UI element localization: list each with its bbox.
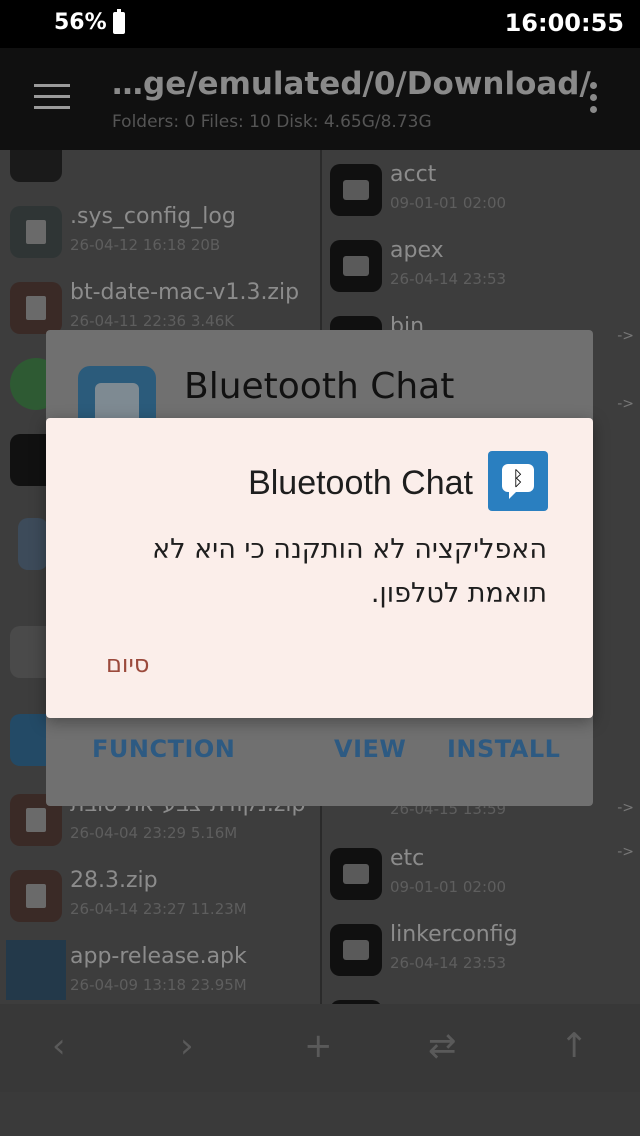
storage-info: Folders: 0 Files: 10 Disk: 4.65G/8.73G [112, 112, 432, 132]
file-icon [10, 150, 62, 182]
app-bar: …ge/emulated/0/Download/ Folders: 0 File… [0, 48, 640, 150]
document-icon [10, 206, 62, 258]
folder-row[interactable]: etc 09-01-01 02:00 -> [322, 840, 640, 916]
folder-row[interactable]: apex 26-04-14 23:53 [322, 232, 640, 308]
folder-icon [330, 924, 382, 976]
current-path: …ge/emulated/0/Download/ [112, 66, 591, 102]
dialog-message: האפליקציה לא הותקנה כי היא לא תואמת לטלפ… [152, 534, 547, 609]
folder-meta: 26-04-14 23:53 [390, 954, 507, 972]
swap-panes-icon[interactable]: ⇄ [428, 1026, 457, 1066]
folder-meta: 09-01-01 02:00 [390, 194, 507, 212]
file-meta: 26-04-11 22:36 3.46K [70, 312, 235, 330]
bluetooth-chat-icon: ᛒ [488, 451, 548, 511]
forward-icon[interactable]: › [180, 1026, 194, 1066]
dialog-title: Bluetooth Chat [248, 464, 473, 502]
file-meta: 26-04-09 13:18 23.95M [70, 976, 247, 994]
folder-row[interactable]: acct 09-01-01 02:00 [322, 156, 640, 232]
add-icon[interactable]: + [304, 1026, 333, 1066]
folder-row[interactable] [322, 992, 640, 1004]
menu-icon[interactable] [34, 84, 70, 112]
file-row[interactable]: 28.3.zip 26-04-14 23:27 11.23M [0, 862, 320, 938]
folder-meta: 09-01-01 02:00 [390, 878, 507, 896]
bluetooth-icon: ᛒ [512, 466, 524, 490]
file-meta: 26-04-12 16:18 20B [70, 236, 221, 254]
install-error-dialog: ᛒ Bluetooth Chat האפליקציה לא הותקנה כי … [46, 418, 593, 718]
overflow-menu-icon[interactable] [590, 82, 598, 118]
clock: 16:00:55 [504, 9, 624, 37]
folder-icon [330, 164, 382, 216]
battery-indicator: 56% [54, 8, 125, 35]
file-row[interactable]: .sys_config_log 26-04-12 16:18 20B [0, 198, 320, 274]
app-icon [18, 518, 48, 570]
archive-icon [10, 282, 62, 334]
folder-name: apex [390, 238, 444, 263]
folder-name: linkerconfig [390, 922, 518, 947]
done-button[interactable]: סיום [106, 650, 149, 678]
system-nav-bar [0, 1092, 640, 1136]
symlink-arrow: -> [617, 396, 634, 412]
battery-percent: 56% [54, 10, 107, 35]
symlink-arrow: -> [617, 800, 634, 816]
file-row[interactable] [0, 150, 320, 198]
folder-name: etc [390, 846, 425, 871]
file-meta: 26-04-14 23:27 11.23M [70, 900, 247, 918]
apk-icon [6, 940, 66, 1000]
folder-meta: 26-04-14 23:53 [390, 270, 507, 288]
back-icon[interactable]: ‹ [52, 1026, 66, 1066]
folder-icon [330, 848, 382, 900]
folder-icon [330, 240, 382, 292]
view-button[interactable]: VIEW [334, 735, 406, 763]
function-button[interactable]: FUNCTION [92, 735, 235, 763]
file-name: 28.3.zip [70, 868, 158, 893]
symlink-arrow: -> [617, 844, 634, 860]
bottom-toolbar: ‹ › + ⇄ ↑ [0, 1004, 640, 1092]
archive-icon [10, 870, 62, 922]
file-name: bt-date-mac-v1.3.zip [70, 280, 300, 305]
symlink-arrow: -> [617, 328, 634, 344]
battery-icon [112, 8, 125, 34]
status-bar: 56% 16:00:55 [0, 0, 640, 48]
file-meta: 26-04-04 23:29 5.16M [70, 824, 238, 842]
install-dialog-title: Bluetooth Chat [184, 366, 455, 407]
folder-name: acct [390, 162, 437, 187]
file-name: .sys_config_log [70, 204, 236, 229]
file-name: app-release.apk [70, 944, 247, 969]
install-button[interactable]: INSTALL [447, 735, 560, 763]
parent-folder-icon[interactable]: ↑ [560, 1026, 589, 1066]
file-row[interactable]: app-release.apk 26-04-09 13:18 23.95M [0, 938, 320, 1004]
folder-row[interactable]: linkerconfig 26-04-14 23:53 [322, 916, 640, 992]
